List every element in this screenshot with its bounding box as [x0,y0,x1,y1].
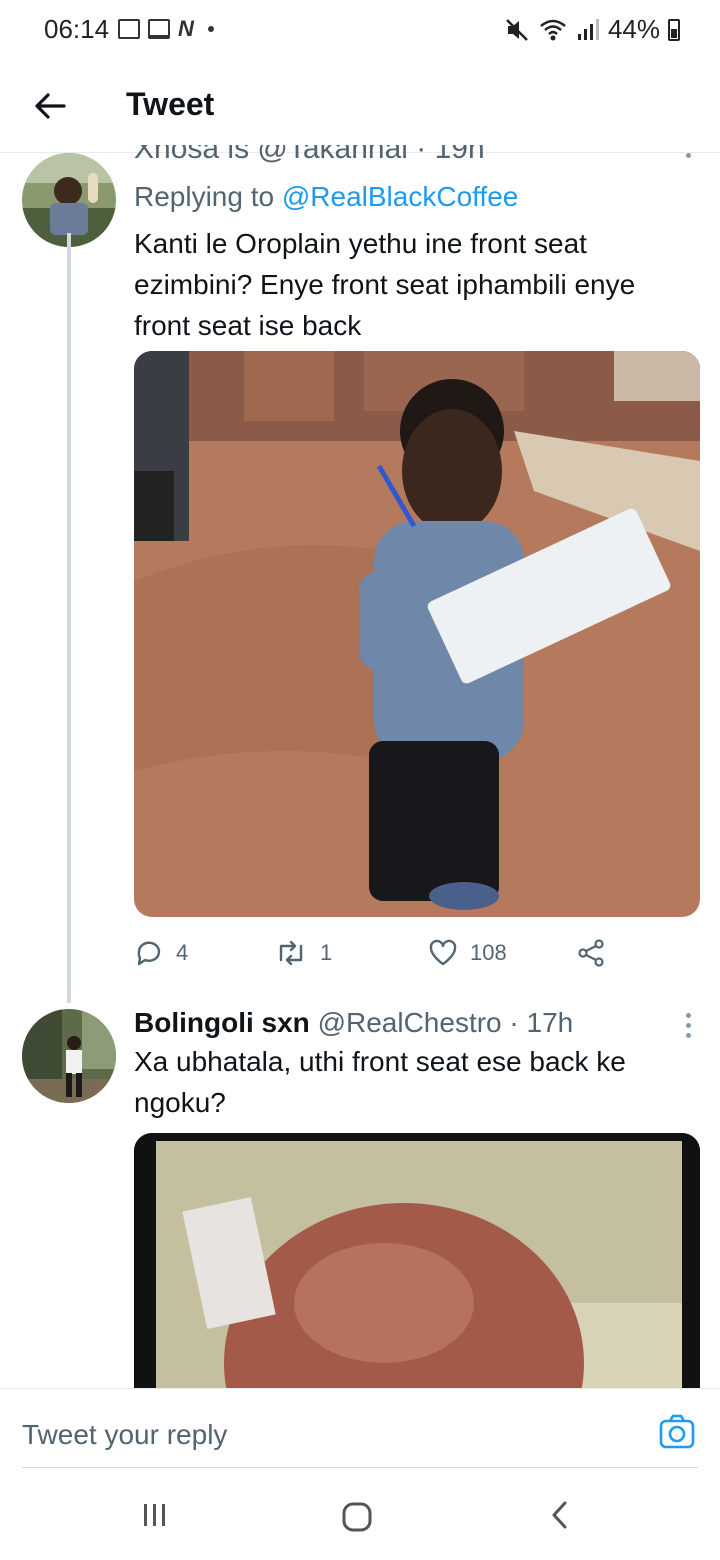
author-name[interactable]: Bolingoli sxn [134,1007,310,1038]
reply-count: 4 [176,940,189,965]
back-nav-icon[interactable] [546,1500,576,1530]
reply-input[interactable]: Tweet your reply [22,1419,227,1451]
retweet-action[interactable]: 1 [274,938,428,968]
system-nav-bar [0,1468,720,1560]
reply-icon [137,941,161,966]
reply-action[interactable]: 4 [134,938,274,968]
share-icon [578,939,604,967]
back-arrow-icon[interactable] [30,86,70,126]
mute-icon [506,18,528,41]
home-icon[interactable] [340,1500,374,1534]
avatar-image [22,1009,116,1103]
reply-bar: Tweet your reply [0,1388,720,1469]
tweet-2-author-line: Bolingoli sxn @RealChestro · 17h [134,1007,574,1038]
status-bar: 06:14 N 44% [0,0,720,58]
page-title: Tweet [126,86,215,122]
tweet-time: 17h [526,1007,574,1038]
tweet-2[interactable]: Bolingoli sxn @RealChestro · 17h Xa ubha… [0,1005,720,1388]
status-left-icons: N [118,16,214,42]
top-app-bar: Tweet [0,58,720,153]
status-time: 06:14 [44,14,110,44]
thread-line [67,233,71,1003]
author-handle[interactable]: @RealChestro [318,1007,502,1038]
heart-icon [429,939,457,966]
battery-icon [668,18,680,41]
battery-text: 44% [607,14,660,44]
retweet-icon [279,940,303,966]
tweet-1-text: Kanti le Oroplain yethu ine front seat e… [134,228,636,341]
tweet-2-text: Xa ubhatala, uthi front seat ese back ke… [134,1046,626,1118]
tweet-1-author-line: Xhosa is @Takanhai · 19h [134,145,485,165]
share-action[interactable] [576,938,606,968]
avatar[interactable] [22,1009,116,1103]
like-action[interactable]: 108 [428,939,576,967]
status-right-icons: 44% [504,14,680,45]
retweet-count: 1 [320,940,333,965]
tweet-1-actions: 4 1 108 [134,933,694,973]
tweet-1-photo[interactable] [134,351,700,917]
bald-head-photo [134,1133,700,1388]
signal-icon [577,18,599,40]
dot-icon [207,26,214,32]
n-icon: N [178,16,194,41]
replying-to: Replying to @RealBlackCoffee [134,181,519,212]
tweet-2-photo[interactable] [134,1133,700,1388]
camera-icon[interactable] [658,1413,696,1451]
recent-apps-icon[interactable] [140,1500,170,1530]
gallery-icon [118,19,140,39]
mention-link[interactable]: @RealBlackCoffee [282,181,518,212]
like-count: 108 [470,940,507,965]
more-options-icon[interactable] [686,1013,692,1043]
more-options-icon[interactable] [686,153,692,163]
wifi-icon [540,19,566,40]
child-with-notebook-photo [134,351,700,917]
screen-icon [148,19,170,39]
